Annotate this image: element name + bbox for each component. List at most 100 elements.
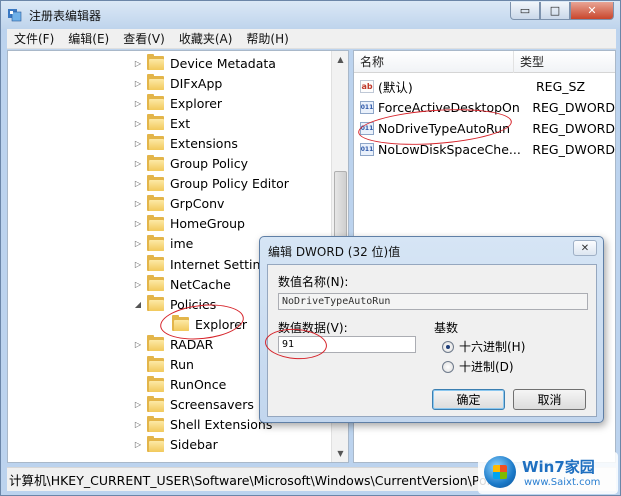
expand-arrow-icon[interactable]: ▷ [133, 400, 143, 409]
tree-item[interactable]: ▷ Explorer [133, 93, 222, 113]
watermark: Win7家园 www.Saixt.com [478, 452, 618, 494]
tree-item[interactable]: Run [133, 355, 194, 375]
expand-arrow-icon[interactable]: ▷ [133, 420, 143, 429]
tree-item-label: Sidebar [170, 437, 218, 453]
dword-value-icon: 011 [360, 143, 374, 156]
tree-item-label: HomeGroup [170, 216, 245, 232]
expand-arrow-icon[interactable]: ▷ [133, 119, 143, 128]
folder-icon [147, 295, 164, 312]
tree-item-label: Extensions [170, 135, 238, 151]
value-name-field: NoDriveTypeAutoRun [278, 293, 588, 310]
tree-item[interactable]: ▷ Sidebar [133, 435, 218, 455]
folder-icon [147, 415, 164, 432]
value-type: REG_DWORD [532, 121, 615, 136]
minimize-button[interactable]: ▭ [510, 2, 540, 20]
tree-item-label: RunOnce [170, 377, 227, 393]
expand-arrow-icon[interactable]: ▷ [133, 199, 143, 208]
registry-path: 计算机\HKEY_CURRENT_USER\Software\Microsoft… [9, 473, 494, 488]
tree-item[interactable]: ▷ Internet Settings [133, 254, 275, 274]
base-label: 基数 [434, 321, 459, 335]
expand-arrow-icon[interactable]: ▷ [133, 340, 143, 349]
expand-arrow-icon[interactable]: ▷ [133, 260, 143, 269]
folder-icon [147, 94, 164, 111]
tree-item-label: Group Policy Editor [170, 176, 289, 192]
tree-item-label: Explorer [170, 95, 223, 111]
watermark-url: www.Saixt.com [524, 477, 601, 488]
tree-item[interactable]: ▷ Ext [133, 113, 190, 133]
radio-hex-label: 十六进制(H) [459, 340, 526, 354]
expand-arrow-icon[interactable]: ▷ [133, 219, 143, 228]
tree-item-label: Group Policy [170, 156, 248, 171]
menu-file[interactable]: 文件(F) [7, 30, 61, 47]
folder-icon [147, 335, 164, 352]
tree-item-label: Ext [170, 115, 191, 131]
folder-icon [147, 275, 164, 292]
expand-arrow-icon[interactable]: ▷ [133, 179, 143, 188]
folder-icon [147, 114, 164, 131]
column-header-name[interactable]: 名称 [354, 51, 514, 73]
value-name: (默认) [378, 80, 413, 95]
value-name-label: 数值名称(N): [278, 275, 349, 289]
scroll-up-icon[interactable]: ▲ [332, 51, 348, 68]
tree-item[interactable]: ▷ Device Metadata [133, 53, 276, 73]
tree-item-label: GrpConv [170, 196, 225, 212]
tree-item[interactable]: ▷ DIFxApp [133, 73, 222, 93]
menu-view[interactable]: 查看(V) [116, 30, 172, 47]
tree-item[interactable]: ▷ Shell Extensions [133, 415, 272, 435]
folder-icon [147, 74, 164, 91]
scroll-down-icon[interactable]: ▼ [332, 445, 348, 462]
tree-item[interactable]: RunOnce [133, 375, 226, 395]
ok-button[interactable]: 确定 [432, 389, 505, 410]
window-title: 注册表编辑器 [29, 8, 102, 23]
expand-arrow-icon[interactable]: ▷ [133, 280, 143, 289]
tree-item[interactable]: ▷ Screensavers [133, 395, 254, 415]
expand-arrow-icon[interactable]: ▷ [133, 79, 143, 88]
expand-arrow-icon[interactable]: ▷ [133, 440, 143, 449]
tree-item-label: Device Metadata [170, 55, 276, 71]
string-value-icon: ab [360, 80, 374, 93]
radio-dec-label: 十进制(D) [459, 360, 514, 374]
tree-item-label: Run [170, 357, 194, 372]
tree-item[interactable]: ▷ ime [133, 234, 193, 254]
expand-arrow-icon[interactable]: ▷ [133, 159, 143, 168]
folder-icon [147, 435, 164, 452]
radio-hex-dot[interactable] [442, 340, 454, 353]
dialog-title: 编辑 DWORD (32 位)值 [268, 245, 401, 259]
tree-item[interactable]: ▷ HomeGroup [133, 214, 245, 234]
expand-arrow-icon[interactable]: ▷ [133, 139, 143, 148]
tree-item-label: DIFxApp [170, 75, 223, 91]
value-row[interactable]: ab (默认) REG_SZ [354, 76, 615, 97]
radio-dec-dot[interactable] [442, 360, 454, 373]
radio-decimal[interactable]: 十进制(D) [442, 358, 514, 375]
expand-arrow-icon[interactable]: ▷ [133, 99, 143, 108]
title-bar[interactable]: 注册表编辑器 ▭ □ ✕ [1, 1, 620, 29]
menu-favorites[interactable]: 收藏夹(A) [172, 30, 240, 47]
value-type: REG_SZ [536, 79, 586, 94]
close-button[interactable]: ✕ [570, 2, 614, 20]
value-type: REG_DWORD [532, 100, 615, 115]
dword-value-icon: 011 [360, 101, 374, 114]
menu-bar: 文件(F) 编辑(E) 查看(V) 收藏夹(A) 帮助(H) [7, 29, 616, 49]
cancel-button[interactable]: 取消 [513, 389, 586, 410]
tree-item[interactable]: ▷ GrpConv [133, 194, 224, 214]
radio-hexadecimal[interactable]: 十六进制(H) [442, 338, 525, 355]
menu-help[interactable]: 帮助(H) [239, 30, 295, 47]
collapse-arrow-icon[interactable]: ◢ [133, 300, 143, 309]
expand-arrow-icon[interactable]: ▷ [133, 59, 143, 68]
tree-item-label: NetCache [170, 276, 231, 292]
tree-item[interactable]: ▷ Group Policy Editor [133, 174, 289, 194]
folder-icon [147, 194, 164, 211]
folder-icon [147, 174, 164, 191]
menu-edit[interactable]: 编辑(E) [61, 30, 116, 47]
value-type: REG_DWORD [532, 142, 615, 157]
expand-arrow-icon[interactable]: ▷ [133, 239, 143, 248]
tree-item[interactable]: ▷ Extensions [133, 133, 238, 153]
watermark-brand: Win7家园 [522, 458, 595, 476]
tree-item-label: ime [170, 236, 194, 252]
maximize-button[interactable]: □ [540, 2, 570, 20]
window-controls: ▭ □ ✕ [510, 2, 614, 20]
tree-item[interactable]: ▷ NetCache [133, 274, 231, 294]
column-header-type[interactable]: 类型 [514, 51, 614, 73]
tree-item[interactable]: ▷ Group Policy [133, 154, 248, 174]
dialog-close-icon[interactable]: ✕ [573, 240, 597, 256]
